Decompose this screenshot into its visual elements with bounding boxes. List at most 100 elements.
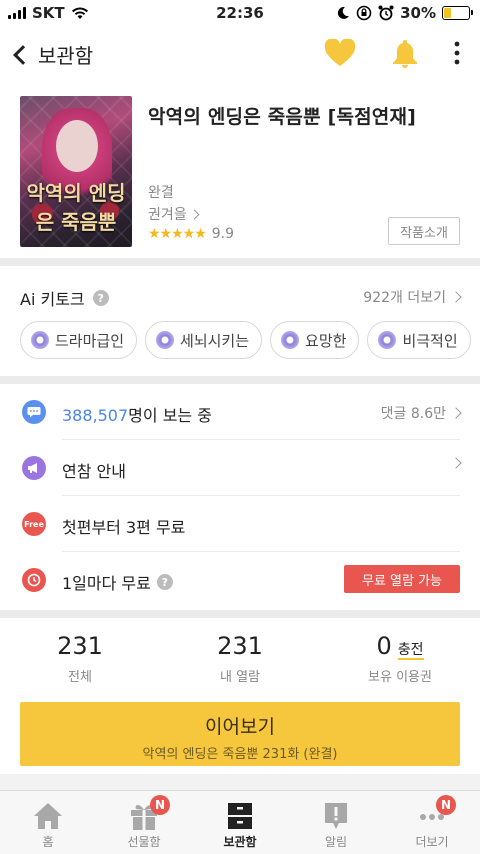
disc-icon bbox=[31, 331, 49, 349]
status-right: 30% bbox=[336, 4, 473, 22]
back-button[interactable]: 보관함 bbox=[10, 40, 93, 69]
chat-bubble-icon bbox=[22, 400, 46, 424]
stat-total-label: 전체 bbox=[68, 670, 92, 685]
help-icon[interactable]: ? bbox=[92, 290, 109, 306]
daily-free-label: 1일마다 무료 ? bbox=[62, 570, 173, 594]
keyword-chip[interactable]: 비극적인 bbox=[367, 321, 471, 359]
nav-bar: 보관함 bbox=[0, 28, 480, 80]
heart-icon[interactable] bbox=[324, 39, 356, 67]
notice-text: 연참 안내 bbox=[62, 462, 126, 481]
disc-icon bbox=[378, 331, 397, 349]
bell-icon[interactable] bbox=[392, 38, 418, 68]
alarm-icon bbox=[378, 5, 394, 21]
tab-storage[interactable]: 보관함 bbox=[192, 791, 288, 854]
moon-icon bbox=[337, 6, 350, 19]
notice-row[interactable]: 연참 안내 bbox=[0, 440, 480, 496]
keywords-more-text: 922개 더보기 bbox=[363, 290, 446, 306]
tab-label: 더보기 bbox=[415, 835, 449, 849]
readers-suffix: 명이 보는 중 bbox=[128, 406, 212, 425]
tab-label: 홈 bbox=[42, 835, 54, 849]
keywords-more-link[interactable]: 922개 더보기 bbox=[363, 287, 462, 307]
stat-tickets-value-wrap: 0 충전 bbox=[376, 632, 424, 661]
battery-icon bbox=[442, 6, 473, 20]
stat-total: 231 전체 bbox=[0, 618, 160, 694]
readers-row: 388,507명이 보는 중 댓글 8.6만 bbox=[0, 384, 480, 440]
intro-button[interactable]: 작품소개 bbox=[388, 217, 460, 245]
stat-opened-value: 231 bbox=[217, 632, 263, 660]
free-first-row: Free 첫편부터 3편 무료 bbox=[0, 496, 480, 552]
keyword-chip[interactable]: 요망한 bbox=[270, 321, 360, 359]
tab-more[interactable]: N 더보기 bbox=[384, 791, 480, 854]
daily-free-text: 1일마다 무료 bbox=[62, 574, 151, 593]
chip-label: 비극적인 bbox=[402, 331, 458, 350]
readers-count: 388,507 bbox=[62, 406, 129, 425]
section-divider bbox=[0, 610, 480, 618]
tab-label: 알림 bbox=[324, 835, 348, 849]
stat-tickets: 0 충전 보유 이용권 bbox=[320, 618, 480, 694]
info-list: 388,507명이 보는 중 댓글 8.6만 연참 안내 Free 첫편부터 3… bbox=[0, 384, 480, 610]
keywords-title: Ai 키토크 bbox=[20, 290, 85, 309]
storage-icon bbox=[224, 801, 256, 831]
continue-sub: 악역의 엔딩은 죽음뿐 231화 (완결) bbox=[142, 747, 338, 762]
disc-icon bbox=[281, 331, 300, 349]
readers-text: 388,507명이 보는 중 bbox=[62, 402, 212, 426]
notification-icon bbox=[320, 801, 352, 831]
nav-actions bbox=[324, 38, 460, 68]
rating-value: 9.9 bbox=[211, 226, 235, 242]
chip-label: 요망한 bbox=[305, 331, 347, 350]
nav-title: 보관함 bbox=[38, 44, 94, 68]
chevron-left-icon bbox=[13, 44, 33, 65]
comments-count: 댓글 8.6만 bbox=[380, 406, 446, 422]
stat-tickets-value: 0 bbox=[376, 632, 392, 660]
charge-link[interactable]: 충전 bbox=[397, 642, 424, 661]
rotation-lock-icon bbox=[356, 5, 372, 21]
clock-icon bbox=[22, 568, 46, 592]
book-rating: ★★★★★ 9.9 bbox=[148, 226, 234, 242]
tab-gift[interactable]: N 선물함 bbox=[96, 791, 192, 854]
keywords-label: Ai 키토크 ? bbox=[20, 286, 109, 310]
disc-icon bbox=[156, 331, 175, 349]
keyword-chip[interactable]: 세뇌시키는 bbox=[145, 321, 263, 359]
stat-opened: 231 내 열람 bbox=[160, 618, 320, 694]
tab-label: 선물함 bbox=[127, 835, 161, 849]
stat-opened-label: 내 열람 bbox=[219, 670, 260, 685]
book-header: 악역의 엔딩은 죽음뿐 악역의 엔딩은 죽음뿐 [독점연재] 완결 권겨을 ★★… bbox=[0, 80, 480, 258]
chip-label: 드라마급인 bbox=[55, 331, 125, 350]
free-unlock-button[interactable]: 무료 열람 가능 bbox=[344, 565, 460, 593]
section-divider bbox=[0, 376, 480, 384]
continue-reading-button[interactable]: 이어보기 악역의 엔딩은 죽음뿐 231화 (완결) bbox=[20, 702, 460, 766]
author-link[interactable]: 권겨을 bbox=[148, 204, 200, 224]
status-bar: SKT 22:36 30% bbox=[0, 0, 480, 28]
stat-tickets-label: 보유 이용권 bbox=[368, 670, 432, 686]
chevron-right-icon bbox=[450, 407, 462, 419]
daily-free-row: 1일마다 무료 ? 무료 열람 가능 bbox=[0, 552, 480, 608]
tab-bar: 홈 N 선물함 보관함 알림 N 더보기 bbox=[0, 790, 480, 854]
tab-home[interactable]: 홈 bbox=[0, 791, 96, 854]
stats-section: 231 전체 231 내 열람 0 충전 보유 이용권 bbox=[0, 618, 480, 694]
tab-label: 보관함 bbox=[223, 835, 257, 849]
continue-label: 이어보기 bbox=[205, 716, 275, 738]
more-vertical-icon[interactable] bbox=[454, 41, 460, 65]
author-name: 권겨을 bbox=[148, 207, 187, 223]
keyword-chip[interactable]: 드라마급인 bbox=[20, 321, 138, 359]
star-rating-icon: ★★★★★ bbox=[148, 226, 207, 242]
free-first-text: 첫편부터 3편 무료 bbox=[62, 518, 186, 537]
battery-text: 30% bbox=[400, 4, 436, 22]
cover-title: 악역의 엔딩은 죽음뿐 bbox=[26, 181, 126, 234]
section-divider bbox=[0, 774, 480, 790]
keywords-section: Ai 키토크 ? 922개 더보기 드라마급인 세뇌시키는 요망한 비극적인 bbox=[0, 266, 480, 376]
section-divider bbox=[0, 258, 480, 266]
book-cover[interactable]: 악역의 엔딩은 죽음뿐 bbox=[20, 96, 132, 247]
chevron-right-icon bbox=[450, 291, 462, 303]
keyword-chips: 드라마급인 세뇌시키는 요망한 비극적인 bbox=[20, 321, 471, 359]
notice-chevron bbox=[450, 457, 462, 469]
help-icon[interactable]: ? bbox=[156, 574, 173, 590]
comments-link[interactable]: 댓글 8.6만 bbox=[380, 403, 462, 423]
free-badge-icon: Free bbox=[22, 512, 46, 536]
megaphone-icon bbox=[22, 456, 46, 480]
chevron-right-icon bbox=[189, 209, 200, 219]
continue-section: 이어보기 악역의 엔딩은 죽음뿐 231화 (완결) bbox=[0, 694, 480, 774]
tab-notification[interactable]: 알림 bbox=[288, 791, 384, 854]
book-status: 완결 bbox=[148, 185, 174, 201]
chip-label: 세뇌시키는 bbox=[180, 331, 250, 350]
